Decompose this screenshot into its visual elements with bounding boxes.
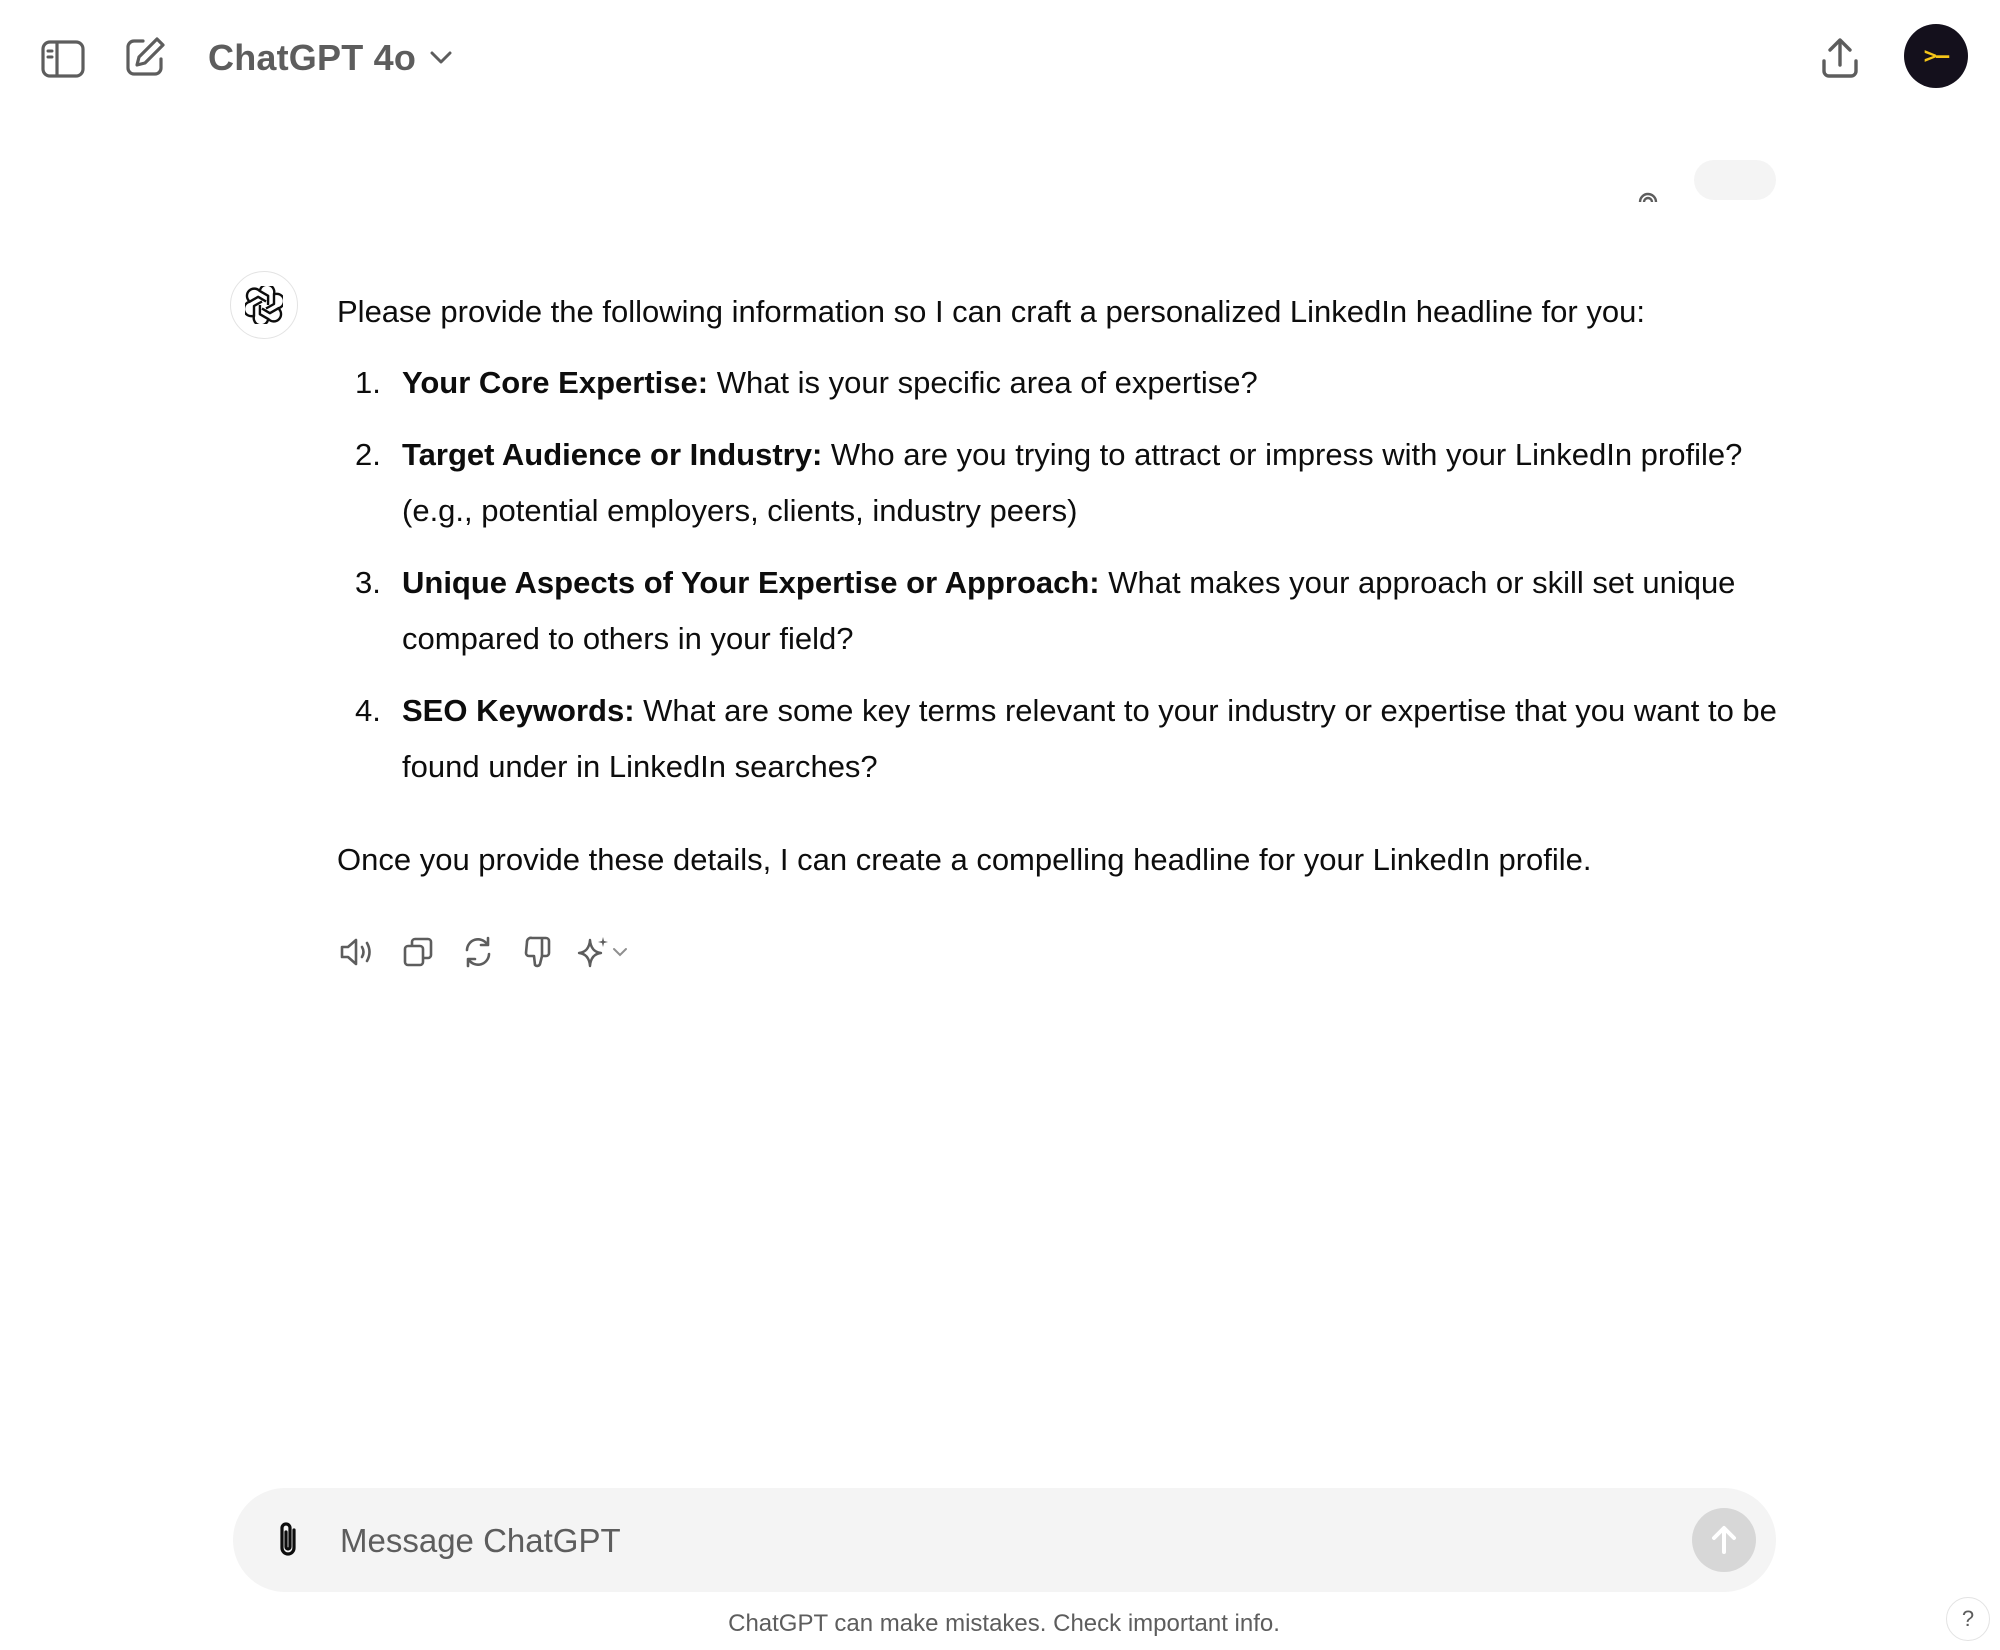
chevron-down-icon [430,51,452,64]
new-chat-button[interactable] [118,30,172,84]
copy-icon [403,937,433,967]
list-item: 2. Target Audience or Industry: Who are … [337,427,1777,539]
disclaimer: ChatGPT can make mistakes. Check importa… [728,1610,1280,1637]
list-item-title: Target Audience or Industry: [402,437,823,472]
openai-logo-icon [245,286,283,324]
assistant-message: Please provide the following information… [337,284,1777,888]
avatar-glyph: >– [1923,43,1949,69]
edit-message-icon[interactable] [1636,186,1660,202]
user-avatar[interactable]: >– [1904,24,1968,88]
list-item-number: 4. [355,693,381,728]
help-icon: ? [1961,1606,1975,1631]
thumbs-down-icon [524,936,551,968]
new-chat-icon [126,37,165,76]
list-item: 1. Your Core Expertise: What is your spe… [337,355,1777,411]
model-name: ChatGPT 4o [208,37,417,78]
user-message-bubble [1694,160,1776,200]
list-item-number: 3. [355,565,381,600]
model-selector[interactable]: ChatGPT 4o [208,33,452,83]
list-item-title: SEO Keywords: [402,693,635,728]
arrow-up-icon [1712,1526,1736,1554]
attach-button[interactable] [263,1515,313,1565]
share-icon [1822,38,1858,78]
regenerate-button[interactable] [456,930,500,974]
assistant-avatar [230,271,298,339]
list-item-number: 2. [355,437,381,472]
model-switch-button[interactable] [576,930,642,974]
message-input[interactable] [338,1510,1622,1572]
paperclip-icon [280,1522,296,1556]
help-button[interactable]: ? [1946,1597,1990,1641]
sidebar-toggle-button[interactable] [38,34,88,84]
message-intro: Please provide the following information… [337,294,1645,329]
regenerate-icon [465,936,491,968]
list-item-text: What is your specific area of expertise? [708,365,1258,400]
sidebar-toggle-icon [41,40,85,78]
question-list: 1. Your Core Expertise: What is your spe… [337,355,1777,795]
list-item: 3. Unique Aspects of Your Expertise or A… [337,555,1777,667]
share-button[interactable] [1812,30,1868,86]
read-aloud-icon [340,938,371,966]
send-button[interactable] [1692,1508,1756,1572]
sparkle-icon [577,937,608,968]
bad-response-button[interactable] [516,930,560,974]
message-outro: Once you provide these details, I can cr… [337,842,1592,877]
chevron-down-icon [613,948,627,957]
message-composer [233,1488,1776,1592]
list-item-title: Unique Aspects of Your Expertise or Appr… [402,565,1100,600]
list-item-title: Your Core Expertise: [402,365,709,400]
list-item-number: 1. [355,365,381,400]
list-item: 4. SEO Keywords: What are some key terms… [337,683,1777,795]
message-actions [336,930,642,974]
copy-button[interactable] [396,930,440,974]
read-aloud-button[interactable] [336,930,380,974]
